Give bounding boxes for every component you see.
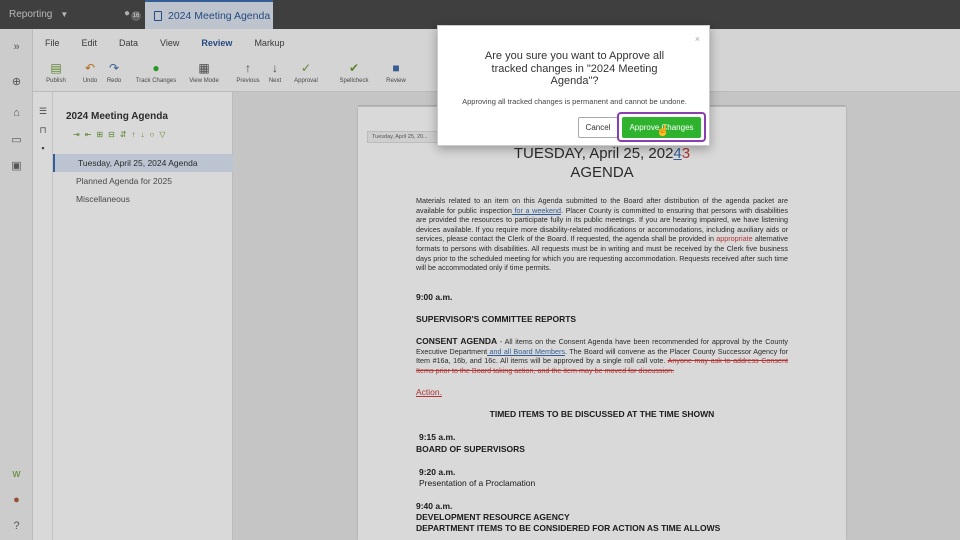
close-icon[interactable]: × [695,34,700,44]
hand-cursor-icon: ☝ [656,125,670,137]
dialog-message: Approving all tracked changes is permane… [462,97,687,106]
cancel-button[interactable]: Cancel [578,117,618,138]
dialog-title: Are you sure you want to Approve all tra… [484,50,665,87]
